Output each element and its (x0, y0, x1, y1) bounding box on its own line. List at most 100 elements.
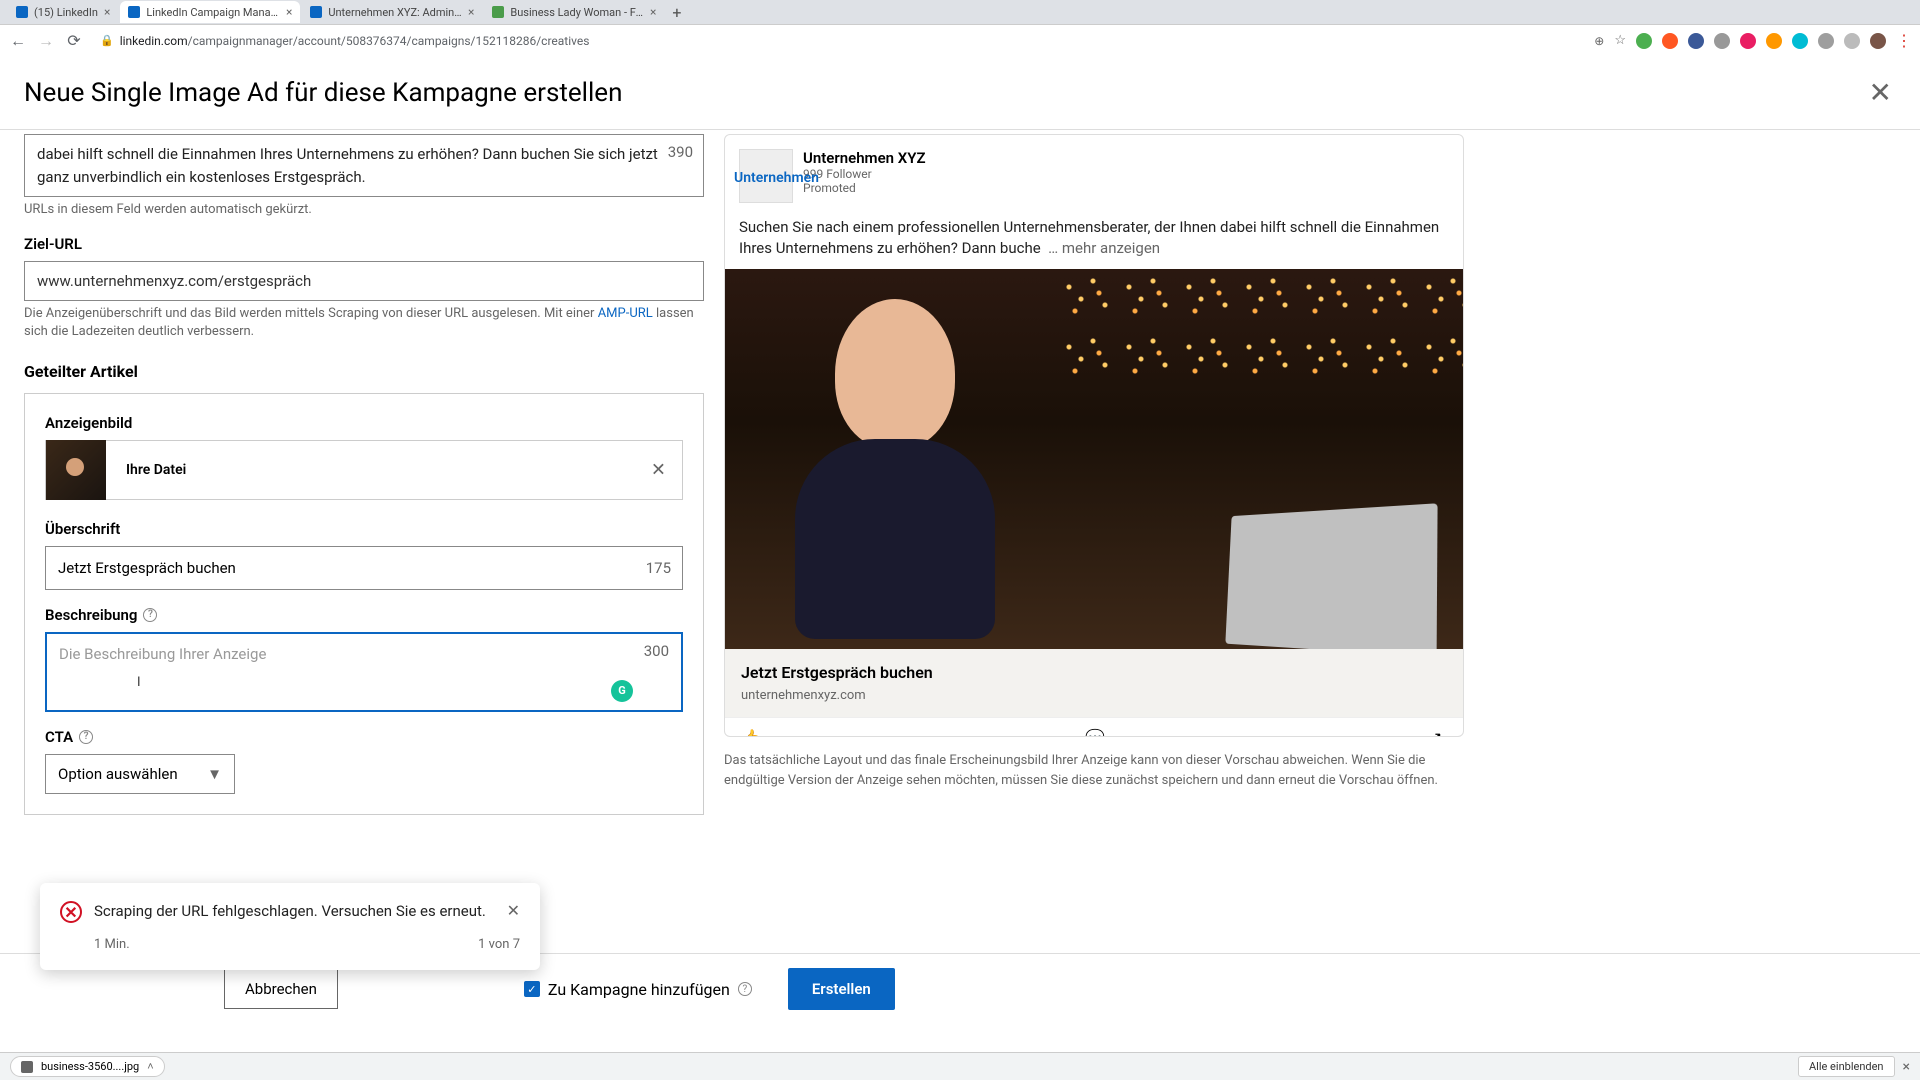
preview-column: Unternehmen Unternehmen XYZ 999 Follower… (724, 130, 1896, 986)
back-button[interactable]: ← (8, 31, 28, 51)
download-item[interactable]: business-3560....jpg ˄ (10, 1056, 165, 1077)
close-toast-button[interactable]: ✕ (507, 901, 520, 920)
add-to-campaign-checkbox[interactable]: ✓ (524, 981, 540, 997)
promoted-label: Promoted (803, 181, 926, 195)
show-all-downloads-button[interactable]: Alle einblenden (1798, 1056, 1895, 1077)
cta-label: CTA ? (45, 728, 683, 746)
company-logo: Unternehmen (739, 149, 793, 203)
helper-text: URLs in diesem Feld werden automatisch g… (24, 201, 704, 219)
ad-domain: unternehmenxyz.com (741, 688, 1447, 703)
close-tab-icon[interactable]: × (104, 5, 110, 19)
intro-text-input[interactable]: dabei hilft schnell die Einnahmen Ihres … (24, 134, 704, 197)
image-upload[interactable]: Ihre Datei ✕ (45, 440, 683, 500)
extension-icon[interactable] (1662, 33, 1678, 49)
error-toast: ✕ Scraping der URL fehlgeschlagen. Versu… (40, 883, 540, 970)
see-more-link[interactable]: … mehr anzeigen (1048, 239, 1160, 257)
bookmark-icon[interactable]: ☆ (1614, 33, 1626, 48)
toast-time: 1 Min. (94, 937, 130, 952)
ad-preview-card: Unternehmen Unternehmen XYZ 999 Follower… (724, 134, 1464, 737)
modal-title: Neue Single Image Ad für diese Kampagne … (24, 78, 622, 108)
download-bar: business-3560....jpg ˄ Alle einblenden × (0, 1052, 1920, 1080)
chevron-up-icon[interactable]: ˄ (147, 1060, 153, 1073)
form-column: dabei hilft schnell die Einnahmen Ihres … (24, 130, 704, 986)
cta-select[interactable]: Option auswählen ▼ (45, 754, 235, 794)
extension-icon[interactable] (1844, 33, 1860, 49)
modal-header: Neue Single Image Ad für diese Kampagne … (0, 56, 1920, 129)
amp-url-link[interactable]: AMP-URL (598, 306, 653, 321)
lock-icon: 🔒 (100, 34, 114, 47)
add-to-campaign-label: Zu Kampagne hinzufügen (548, 980, 730, 999)
grammarly-icon[interactable]: G (611, 680, 633, 702)
image-filename: Ihre Datei (106, 462, 186, 478)
close-modal-button[interactable]: ✕ (1865, 72, 1896, 113)
headline-input[interactable] (45, 546, 683, 590)
forward-button[interactable]: → (36, 31, 56, 51)
help-icon[interactable]: ? (738, 982, 752, 996)
social-action-bar: 👍 💬 ↗ (725, 717, 1463, 736)
image-label: Anzeigenbild (45, 414, 683, 432)
share-icon[interactable]: ↗ (1429, 728, 1447, 730)
linkedin-favicon (16, 6, 28, 18)
browser-chrome: (15) LinkedIn × LinkedIn Campaign Manage… (0, 0, 1920, 56)
ad-headline: Jetzt Erstgespräch buchen (741, 663, 1447, 682)
toast-counter: 1 von 7 (478, 937, 520, 952)
address-bar: ← → ⟳ 🔒 linkedin.com/campaignmanager/acc… (0, 24, 1920, 56)
company-name: Unternehmen XYZ (803, 149, 926, 167)
like-icon[interactable]: 👍 (741, 728, 759, 730)
extension-icon[interactable] (1792, 33, 1808, 49)
ad-footer: Jetzt Erstgespräch buchen unternehmenxyz… (725, 649, 1463, 717)
extension-icon[interactable] (1636, 33, 1652, 49)
close-download-bar-button[interactable]: × (1903, 1059, 1910, 1075)
extension-icon[interactable] (1818, 33, 1834, 49)
browser-tab[interactable]: (15) LinkedIn × (8, 1, 118, 23)
linkedin-favicon (128, 6, 140, 18)
target-url-input[interactable] (24, 261, 704, 301)
linkedin-favicon (310, 6, 322, 18)
file-icon (21, 1061, 33, 1073)
char-count: 300 (644, 642, 669, 660)
chevron-down-icon: ▼ (207, 765, 222, 783)
browser-tab[interactable]: Business Lady Woman - Free × (484, 1, 664, 23)
close-tab-icon[interactable]: × (650, 5, 656, 19)
description-label: Beschreibung ? (45, 606, 683, 624)
extension-icon[interactable] (1688, 33, 1704, 49)
profile-avatar[interactable] (1870, 33, 1886, 49)
close-tab-icon[interactable]: × (286, 5, 292, 19)
zoom-icon[interactable]: ⊕ (1594, 34, 1604, 48)
close-tab-icon[interactable]: × (468, 5, 474, 19)
create-button[interactable]: Erstellen (788, 968, 895, 1010)
helper-text: Die Anzeigenüberschrift und das Bild wer… (24, 305, 704, 341)
tab-bar: (15) LinkedIn × LinkedIn Campaign Manage… (0, 0, 1920, 24)
image-thumbnail (46, 440, 106, 500)
menu-icon[interactable]: ⋮ (1896, 31, 1912, 50)
char-count: 390 (668, 141, 693, 164)
help-icon[interactable]: ? (79, 730, 93, 744)
text-cursor: I (137, 675, 141, 690)
cancel-button[interactable]: Abbrechen (224, 969, 338, 1009)
headline-label: Überschrift (45, 520, 683, 538)
extension-icon[interactable] (1714, 33, 1730, 49)
new-tab-button[interactable]: + (666, 3, 687, 22)
article-box: Anzeigenbild Ihre Datei ✕ Überschrift 17… (24, 393, 704, 815)
comment-icon[interactable]: 💬 (1085, 728, 1103, 730)
browser-tab[interactable]: Unternehmen XYZ: Administra × (302, 1, 482, 23)
browser-tab-active[interactable]: LinkedIn Campaign Manager × (120, 1, 300, 23)
extension-icon[interactable] (1740, 33, 1756, 49)
target-url-label: Ziel-URL (24, 235, 704, 253)
extension-icon[interactable] (1766, 33, 1782, 49)
section-title: Geteilter Artikel (24, 362, 704, 381)
remove-image-button[interactable]: ✕ (651, 459, 666, 480)
url-field[interactable]: 🔒 linkedin.com/campaignmanager/account/5… (92, 34, 1586, 48)
ad-image (725, 269, 1463, 649)
char-count: 175 (646, 559, 671, 577)
help-icon[interactable]: ? (143, 608, 157, 622)
preview-disclaimer: Das tatsächliche Layout und das finale E… (724, 751, 1464, 790)
ad-body-text: Suchen Sie nach einem professionellen Un… (725, 213, 1463, 269)
page-content: Neue Single Image Ad für diese Kampagne … (0, 56, 1920, 1052)
follower-count: 999 Follower (803, 167, 926, 181)
error-icon: ✕ (60, 901, 82, 923)
extension-icons: ⊕ ☆ ⋮ (1594, 31, 1912, 50)
reload-button[interactable]: ⟳ (64, 31, 84, 51)
description-textarea[interactable]: Die Beschreibung Ihrer Anzeige 300 I G (45, 632, 683, 712)
toast-message: Scraping der URL fehlgeschlagen. Versuch… (94, 901, 495, 922)
